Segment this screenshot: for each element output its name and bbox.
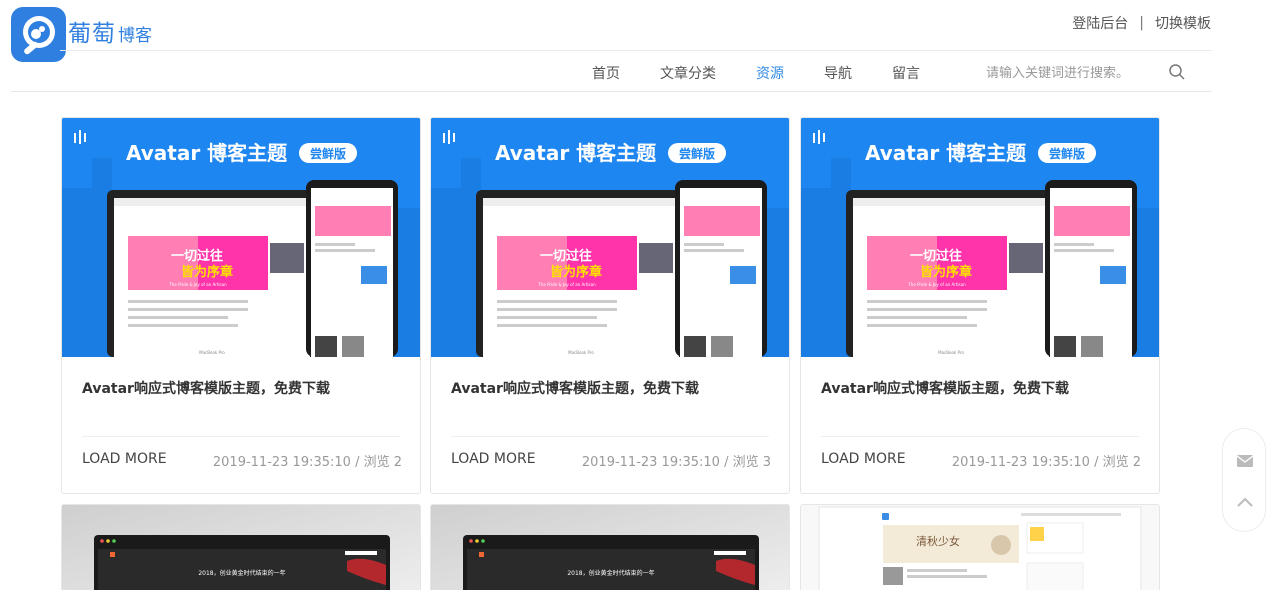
thumbnail-headline: 2018，创业黄金时代结束的一年 xyxy=(198,569,285,577)
article-card[interactable]: Avatar 博客主题 尝鲜版 一切过往 皆为序章 The Pride & Jo… xyxy=(61,117,421,494)
article-card[interactable]: Avatar 博客主题 尝鲜版 一切过往 皆为序章 The Pride & Jo… xyxy=(430,117,790,494)
banner-slogan-en: The Pride & Joy of an Artisan xyxy=(907,282,966,287)
banner-badge: 尝鲜版 xyxy=(310,146,346,161)
article-title[interactable]: Avatar响应式博客模版主题，免费下载 xyxy=(821,378,1069,398)
article-thumbnail[interactable]: Avatar 博客主题 尝鲜版 一切过往 皆为序章 The Pride & Jo… xyxy=(801,118,1159,357)
logo-subtext: 博客 xyxy=(118,26,152,46)
article-title[interactable]: Avatar响应式博客模版主题，免费下载 xyxy=(451,378,699,398)
search-icon[interactable] xyxy=(1168,63,1186,81)
load-more-link[interactable]: LOAD MORE xyxy=(821,451,906,467)
banner-title: Avatar 博客主题 xyxy=(495,141,657,165)
article-thumbnail[interactable]: 2018，创业黄金时代结束的一年 xyxy=(431,505,789,590)
header-divider xyxy=(60,50,1212,51)
banner-slogan-line2: 皆为序章 xyxy=(181,264,233,280)
card-divider xyxy=(451,436,769,437)
article-thumbnail[interactable]: 2018，创业黄金时代结束的一年 xyxy=(62,505,420,590)
site-logo[interactable]: 葡萄 博客 xyxy=(11,7,152,62)
card-divider xyxy=(82,436,400,437)
floating-tools xyxy=(1222,428,1266,532)
laptop-label: MacBook Pro xyxy=(938,350,964,355)
back-to-top-icon[interactable] xyxy=(1235,493,1255,513)
search-box xyxy=(986,62,1200,84)
load-more-link[interactable]: LOAD MORE xyxy=(451,451,536,467)
card-divider xyxy=(821,436,1139,437)
header-bottom-border xyxy=(11,91,1212,92)
login-link[interactable]: 登陆后台 xyxy=(1072,13,1128,33)
banner-slogan-line2: 皆为序章 xyxy=(550,264,602,280)
article-thumbnail[interactable]: Avatar 博客主题 尝鲜版 一切过往 皆为序章 The Pride & Jo… xyxy=(62,118,420,357)
load-more-link[interactable]: LOAD MORE xyxy=(82,451,167,467)
article-meta: 2019-11-23 19:35:10 / 浏览 3 xyxy=(581,455,771,470)
article-card[interactable]: 清秋少女 xyxy=(800,504,1160,590)
site-header: 葡萄 博客 登陆后台 | 切换模板 首页 文章分类 资源 导航 留言 xyxy=(0,0,1270,92)
top-links: 登陆后台 | 切换模板 xyxy=(1072,13,1211,33)
nav-item-resources[interactable]: 资源 xyxy=(756,63,784,83)
article-meta: 2019-11-23 19:35:10 / 浏览 2 xyxy=(951,455,1141,470)
article-title[interactable]: Avatar响应式博客模版主题，免费下载 xyxy=(82,378,330,398)
nav-item-messages[interactable]: 留言 xyxy=(892,63,920,83)
banner-title: Avatar 博客主题 xyxy=(865,141,1027,165)
main-nav: 首页 文章分类 资源 导航 留言 xyxy=(592,63,960,83)
banner-slogan-en: The Pride & Joy of an Artisan xyxy=(168,282,227,287)
nav-item-home[interactable]: 首页 xyxy=(592,63,620,83)
banner-badge: 尝鲜版 xyxy=(1049,146,1085,161)
article-thumbnail[interactable]: 清秋少女 xyxy=(801,505,1159,590)
logo-text: 葡萄 xyxy=(68,21,116,47)
laptop-label: MacBook Pro xyxy=(199,350,225,355)
nav-item-categories[interactable]: 文章分类 xyxy=(660,63,716,83)
mail-icon[interactable] xyxy=(1235,451,1255,471)
banner-slogan-line1: 一切过往 xyxy=(171,248,223,264)
article-card[interactable]: 2018，创业黄金时代结束的一年 xyxy=(430,504,790,590)
article-card[interactable]: Avatar 博客主题 尝鲜版 一切过往 皆为序章 The Pride & Jo… xyxy=(800,117,1160,494)
article-card[interactable]: 2018，创业黄金时代结束的一年 xyxy=(61,504,421,590)
banner-title: Avatar 博客主题 xyxy=(126,141,288,165)
banner-slogan-line2: 皆为序章 xyxy=(920,264,972,280)
banner-slogan-line1: 一切过往 xyxy=(910,248,962,264)
nav-item-navigation[interactable]: 导航 xyxy=(824,63,852,83)
top-links-separator: | xyxy=(1139,15,1144,31)
logo-icon xyxy=(11,7,66,62)
laptop-label: MacBook Pro xyxy=(568,350,594,355)
banner-slogan-line1: 一切过往 xyxy=(540,248,592,264)
article-thumbnail[interactable]: Avatar 博客主题 尝鲜版 一切过往 皆为序章 The Pride & Jo… xyxy=(431,118,789,357)
banner-slogan-en: The Pride & Joy of an Artisan xyxy=(537,282,596,287)
switch-template-link[interactable]: 切换模板 xyxy=(1155,13,1211,33)
thumbnail-banner-text: 清秋少女 xyxy=(916,534,960,548)
thumbnail-headline: 2018，创业黄金时代结束的一年 xyxy=(567,569,654,577)
banner-badge: 尝鲜版 xyxy=(679,146,715,161)
article-meta: 2019-11-23 19:35:10 / 浏览 2 xyxy=(212,455,402,470)
search-input[interactable] xyxy=(986,66,1166,81)
